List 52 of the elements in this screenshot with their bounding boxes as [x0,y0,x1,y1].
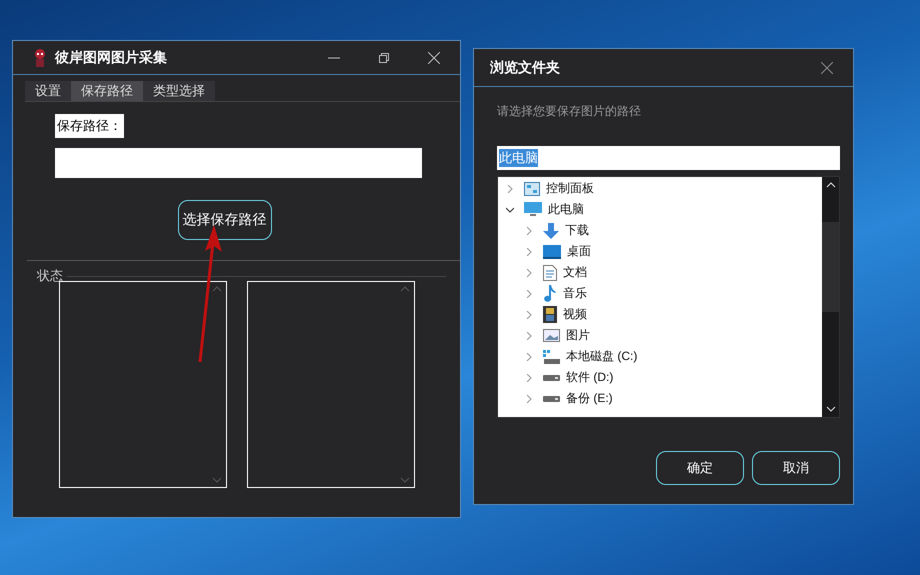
chevron-right-icon[interactable] [525,226,533,234]
folder-tree-item[interactable]: 本地磁盘 (C:) [498,346,822,367]
scrollbar[interactable] [822,177,839,417]
chevron-right-icon[interactable] [525,290,533,298]
down-arrow-icon [543,222,559,238]
restore-icon[interactable] [378,52,390,64]
picture-icon [543,329,560,342]
tab[interactable]: 设置 [25,81,71,101]
folder-tree-item[interactable]: 视频 [498,304,822,325]
desktop-icon [543,244,561,258]
status-label: 状态 [37,267,63,285]
control-panel-icon [524,182,540,196]
folder-tree-item[interactable]: 此电脑 [498,199,822,220]
folder-path-field[interactable]: 此电脑 [497,146,840,170]
close-icon[interactable] [428,52,440,64]
chevron-right-icon[interactable] [525,332,533,340]
drive-icon [543,350,560,364]
save-path-field[interactable] [55,148,422,178]
chevron-right-icon[interactable] [525,394,533,402]
chevron-right-icon[interactable] [525,374,533,382]
chevron-right-icon[interactable] [525,268,533,276]
film-icon [543,306,557,323]
dialog-prompt: 请选择您要保存图片的路径 [497,103,642,120]
folder-tree-item[interactable]: 文档 [498,262,822,283]
chevron-down-icon[interactable] [506,206,514,214]
chevron-right-icon[interactable] [506,184,514,192]
folder-tree-item[interactable]: 图片 [498,325,822,346]
ok-button[interactable]: 确定 [656,451,744,485]
dialog-title: 浏览文件夹 [490,58,560,76]
folder-tree-item[interactable]: 软件 (D:) [498,367,822,388]
document-icon [543,264,557,280]
mascot-icon [33,48,47,68]
close-icon[interactable] [821,62,833,74]
folder-tree-item[interactable]: 桌面 [498,241,822,262]
cancel-button[interactable]: 取消 [752,451,840,485]
folder-tree-item[interactable]: 备份 (E:) [498,388,822,409]
chevron-right-icon[interactable] [525,310,533,318]
scroll-thumb[interactable] [822,222,839,312]
folder-tree-item[interactable]: 下载 [498,220,822,241]
drive-icon [543,396,560,402]
save-path-label: 保存路径： [55,114,124,138]
tab[interactable]: 类型选择 [143,81,215,101]
drive-icon [543,374,560,380]
chevron-right-icon[interactable] [525,352,533,360]
tab[interactable]: 保存路径 [71,81,143,101]
window-title: 彼岸图网图片采集 [55,48,167,66]
folder-tree-item[interactable]: 音乐 [498,283,822,304]
chevron-right-icon[interactable] [525,248,533,256]
choose-path-button[interactable]: 选择保存路径 [178,200,272,240]
folder-tree-item[interactable]: 控制面板 [498,178,822,199]
music-note-icon [543,285,557,302]
monitor-icon [524,202,542,217]
